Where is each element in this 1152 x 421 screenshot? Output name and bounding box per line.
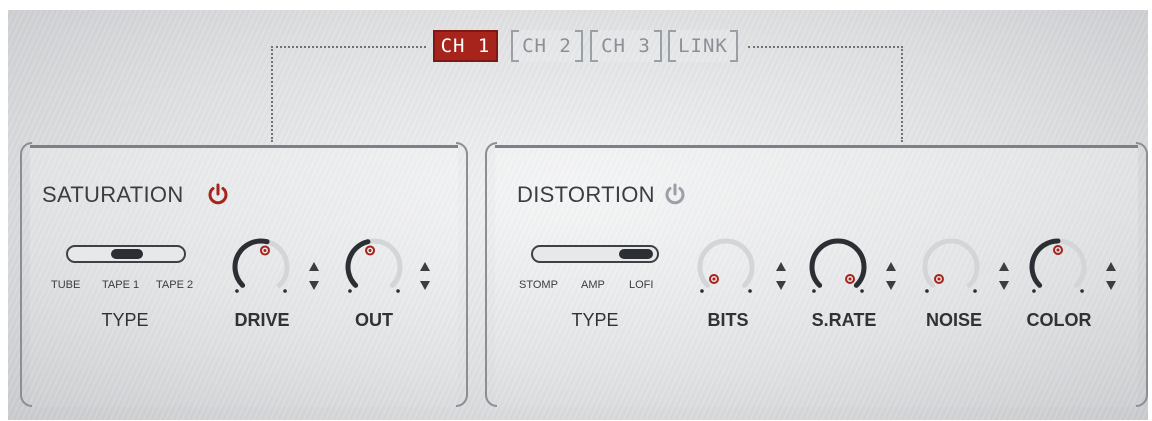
saturation-panel: SATURATION TUBE TAPE 1 TAPE 2 TYPE DRIVE…: [20, 142, 468, 407]
type-option-lofi[interactable]: LOFI: [629, 279, 653, 291]
drive-stepper-icon[interactable]: [308, 261, 320, 291]
noise-knob[interactable]: [915, 231, 987, 303]
tab-ch2[interactable]: CH 2: [511, 30, 583, 62]
knob-range-dot: [1080, 289, 1084, 293]
panel-bracket-right: [456, 142, 468, 407]
knob-range-dot: [283, 289, 287, 293]
tab-link[interactable]: LINK: [668, 30, 738, 62]
switch-thumb[interactable]: [619, 249, 653, 259]
knob-range-dot: [1032, 289, 1036, 293]
drive-knob[interactable]: [225, 231, 297, 303]
distortion-title: DISTORTION: [517, 182, 655, 207]
knob-indicator-center: [1056, 248, 1060, 252]
saturation-type-switch[interactable]: [66, 245, 186, 263]
knob-track: [922, 238, 980, 288]
knob-range-dot: [860, 289, 864, 293]
knob-value-arc: [809, 238, 867, 288]
color-stepper-icon[interactable]: [1105, 261, 1117, 291]
srate-label: S.RATE: [811, 310, 877, 330]
knob-range-dot: [348, 289, 352, 293]
distortion-panel: DISTORTION STOMP AMP LOFI TYPE BITS S.RA…: [485, 142, 1148, 407]
knob-indicator-center: [712, 277, 716, 281]
srate-knob[interactable]: [802, 231, 874, 303]
out-knob[interactable]: [338, 231, 410, 303]
knob-range-dot: [748, 289, 752, 293]
color-label: COLOR: [1026, 310, 1092, 330]
out-stepper-icon[interactable]: [419, 261, 431, 291]
power-icon[interactable]: [206, 182, 230, 206]
panel-bracket-left: [20, 142, 32, 407]
knob-range-dot: [812, 289, 816, 293]
knob-value-arc: [345, 239, 371, 288]
distortion-type-switch[interactable]: [531, 245, 659, 263]
panel-bracket-right: [1136, 142, 1148, 407]
knob-range-dot: [925, 289, 929, 293]
knob-indicator-center: [368, 248, 372, 252]
type-option-tube[interactable]: TUBE: [51, 279, 80, 291]
bits-knob[interactable]: [690, 231, 762, 303]
knob-range-dot: [396, 289, 400, 293]
noise-stepper-icon[interactable]: [998, 261, 1010, 291]
tab-ch1[interactable]: CH 1: [433, 30, 498, 62]
knob-range-dot: [973, 289, 977, 293]
saturation-type-label: TYPE: [101, 310, 149, 330]
bits-label: BITS: [707, 310, 749, 330]
panel-bracket-left: [485, 142, 497, 407]
connector-left-h: [271, 46, 426, 48]
type-option-stomp[interactable]: STOMP: [519, 279, 558, 291]
tab-ch3[interactable]: CH 3: [590, 30, 662, 62]
knob-indicator-center: [848, 277, 852, 281]
saturation-title: SATURATION: [42, 182, 184, 207]
srate-stepper-icon[interactable]: [885, 261, 897, 291]
switch-thumb[interactable]: [111, 249, 143, 259]
distortion-type-label: TYPE: [571, 310, 619, 330]
knob-range-dot: [235, 289, 239, 293]
knob-range-dot: [700, 289, 704, 293]
type-option-tape1[interactable]: TAPE 1: [102, 279, 139, 291]
effects-panel: CH 1 CH 2 CH 3 LINK SATURATION TUBE TAPE…: [8, 10, 1148, 420]
type-option-amp[interactable]: AMP: [581, 279, 605, 291]
connector-left-v: [271, 46, 273, 142]
connector-right-v: [901, 46, 903, 142]
bits-stepper-icon[interactable]: [775, 261, 787, 291]
color-knob[interactable]: [1022, 231, 1094, 303]
knob-indicator-center: [937, 277, 941, 281]
type-option-tape2[interactable]: TAPE 2: [156, 279, 193, 291]
knob-indicator-center: [263, 248, 267, 252]
connector-right-h: [748, 46, 903, 48]
drive-label: DRIVE: [234, 310, 290, 330]
noise-label: NOISE: [925, 310, 982, 330]
power-icon[interactable]: [663, 182, 687, 206]
knob-track: [697, 238, 755, 288]
out-label: OUT: [355, 310, 393, 330]
